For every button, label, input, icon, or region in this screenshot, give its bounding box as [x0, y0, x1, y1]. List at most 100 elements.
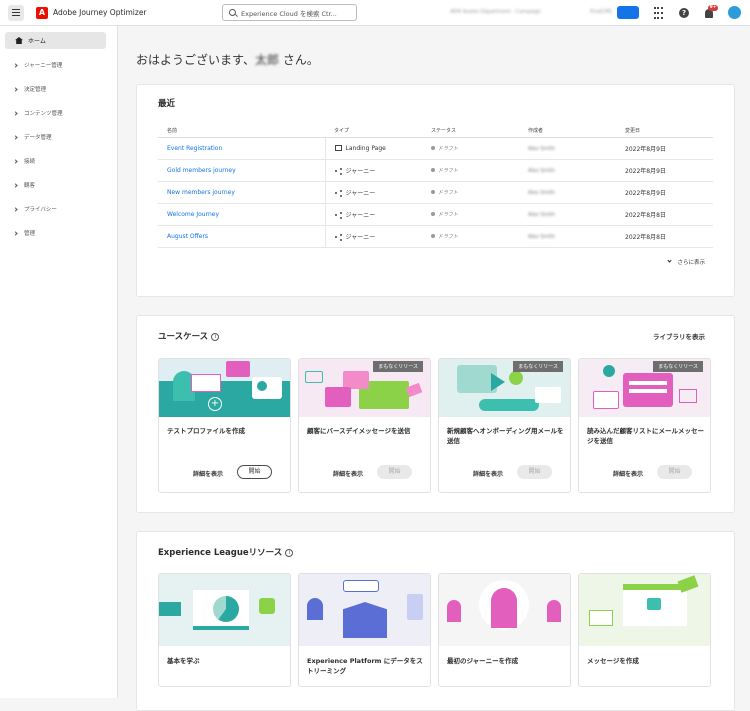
row-type: ジャーニー	[324, 181, 422, 204]
row-status: ドラフト	[422, 225, 519, 248]
usecase-tile[interactable]: まもなくリリース 読み込んだ顧客リストにメールメッセージを送信 詳細を表示 開始	[578, 358, 711, 493]
details-link[interactable]: 詳細を表示	[613, 469, 643, 478]
start-button[interactable]: 開始	[237, 465, 272, 479]
search-placeholder: Experience Cloud を検索 Ctr...	[241, 9, 337, 18]
usecase-title: 新規顧客へオンボーディング用メールを送信	[447, 427, 564, 445]
row-type: ジャーニー	[324, 203, 422, 226]
league-tile[interactable]: 基本を学ぶ	[158, 573, 291, 687]
sidebar-item-label: プライバシー	[24, 207, 57, 213]
status-dot-icon	[431, 189, 435, 194]
status-dot-icon	[431, 167, 435, 172]
sidebar-item-admin[interactable]: 管理	[0, 221, 117, 245]
league-tile-title: 最初のジャーニーを作成	[447, 657, 519, 665]
table-row[interactable]: New members journey ジャーニー ドラフト Alex Smit…	[158, 181, 713, 204]
league-tile[interactable]: 最初のジャーニーを作成	[438, 573, 571, 687]
home-icon	[15, 37, 23, 44]
sidebar-item-journey[interactable]: ジャーニー管理	[0, 53, 117, 77]
row-author: Alex Smith	[519, 203, 616, 226]
row-name[interactable]: August Offers	[158, 225, 325, 248]
sidebar-item-decision[interactable]: 決定管理	[0, 77, 117, 101]
usecases-title: ユースケース i	[158, 330, 220, 342]
start-button[interactable]: 開始	[377, 465, 412, 479]
start-button[interactable]: 開始	[517, 465, 552, 479]
usecase-title: テストプロファイルを作成	[167, 427, 245, 435]
details-link[interactable]: 詳細を表示	[473, 469, 503, 478]
chevron-down-icon	[667, 258, 673, 263]
row-name[interactable]: Event Registration	[158, 137, 325, 160]
row-type-label: Landing Page	[345, 144, 386, 152]
author-label: Alex Smith	[528, 145, 555, 152]
status-dot-icon	[431, 145, 435, 150]
usecases-card: ユースケース i ライブラリを表示 + テストプロファイルを作成 詳細を表示 開始…	[136, 315, 735, 513]
usecase-tile[interactable]: + テストプロファイルを作成 詳細を表示 開始	[158, 358, 291, 493]
sidebar-item-label: 接続	[24, 159, 36, 165]
sidebar-item-audience[interactable]: 観客	[0, 173, 117, 197]
chevron-right-icon	[13, 86, 18, 92]
details-link[interactable]: 詳細を表示	[193, 469, 223, 478]
coming-soon-badge: まもなくリリース	[373, 361, 423, 372]
row-type: Landing Page	[324, 137, 422, 160]
chevron-right-icon	[13, 206, 18, 212]
table-row[interactable]: Welcome Journey ジャーニー ドラフト Alex Smith 20…	[158, 203, 713, 226]
apps-grid-icon[interactable]	[651, 6, 665, 20]
league-tile-title: Experience Platform にデータをストリーミング	[307, 657, 423, 675]
row-name[interactable]: Gold members journey	[158, 159, 325, 182]
help-icon[interactable]: ?	[677, 6, 691, 20]
author-label: Alex Smith	[528, 211, 555, 218]
sidebar-item-data[interactable]: データ管理	[0, 125, 117, 149]
status-label: ドラフト	[438, 145, 459, 152]
col-name: 名前	[158, 124, 325, 138]
table-header: 名前 タイプ ステータス 作成者 変更日	[158, 124, 713, 138]
app-name: Adobe Journey Optimizer	[53, 8, 147, 17]
league-illustration	[159, 574, 290, 646]
info-icon[interactable]: i	[211, 332, 220, 341]
league-tile[interactable]: Experience Platform にデータをストリーミング	[298, 573, 431, 687]
usecase-tile[interactable]: まもなくリリース 新規顧客へオンボーディング用メールを送信 詳細を表示 開始	[438, 358, 571, 493]
search-icon	[229, 9, 236, 16]
usecases-title-text: ユースケース	[158, 332, 209, 342]
row-type-label: ジャーニー	[345, 233, 376, 241]
usecase-title: 読み込んだ顧客リストにメールメッセージを送信	[587, 427, 704, 445]
org-switch-button[interactable]	[617, 6, 639, 19]
adobe-logo-icon: A	[36, 6, 48, 19]
info-icon[interactable]: i	[285, 548, 294, 557]
details-link[interactable]: 詳細を表示	[333, 469, 363, 478]
col-status: ステータス	[422, 124, 519, 138]
bell-icon[interactable]: 9+	[702, 5, 718, 20]
chevron-right-icon	[13, 62, 18, 68]
org-sub[interactable]: ProdCMS	[590, 9, 612, 15]
sidebar-item-home[interactable]: ホーム	[5, 32, 106, 49]
table-row[interactable]: Event Registration Landing Page ドラフト Ale…	[158, 137, 713, 160]
row-name[interactable]: New members journey	[158, 181, 325, 204]
library-link[interactable]: ライブラリを表示	[653, 331, 705, 341]
sidebar-item-privacy[interactable]: プライバシー	[0, 197, 117, 221]
menu-icon[interactable]	[8, 4, 24, 21]
row-status: ドラフト	[422, 137, 519, 160]
avatar[interactable]	[728, 6, 741, 19]
league-illustration	[299, 574, 430, 646]
table-row[interactable]: Gold members journey ジャーニー ドラフト Alex Smi…	[158, 159, 713, 182]
usecase-tile[interactable]: まもなくリリース 顧客にバースデイメッセージを送信 詳細を表示 開始	[298, 358, 431, 493]
chevron-right-icon	[13, 158, 18, 164]
sidebar-item-connections[interactable]: 接続	[0, 149, 117, 173]
table-row[interactable]: August Offers ジャーニー ドラフト Alex Smith 2022…	[158, 225, 713, 248]
row-type-label: ジャーニー	[345, 211, 376, 219]
row-name[interactable]: Welcome Journey	[158, 203, 325, 226]
chevron-right-icon	[13, 230, 18, 236]
coming-soon-badge: まもなくリリース	[513, 361, 563, 372]
start-button[interactable]: 開始	[657, 465, 692, 479]
row-author: Alex Smith	[519, 225, 616, 248]
sidebar-item-content[interactable]: コンテンツ管理	[0, 101, 117, 125]
row-author: Alex Smith	[519, 159, 616, 182]
show-more-link[interactable]: さらに表示	[667, 258, 705, 266]
search-input[interactable]: Experience Cloud を検索 Ctr...	[222, 4, 357, 21]
row-status: ドラフト	[422, 203, 519, 226]
row-date: 2022年8月9日	[616, 137, 713, 160]
sidebar-item-label: コンテンツ管理	[24, 111, 63, 117]
author-label: Alex Smith	[528, 167, 555, 174]
row-type: ジャーニー	[324, 159, 422, 182]
org-name[interactable]: AEM Assets Department - Campaign	[450, 9, 541, 15]
league-tile[interactable]: メッセージを作成	[578, 573, 711, 687]
page-title: おはようございます、太郎 さん。	[136, 51, 319, 68]
row-author: Alex Smith	[519, 181, 616, 204]
